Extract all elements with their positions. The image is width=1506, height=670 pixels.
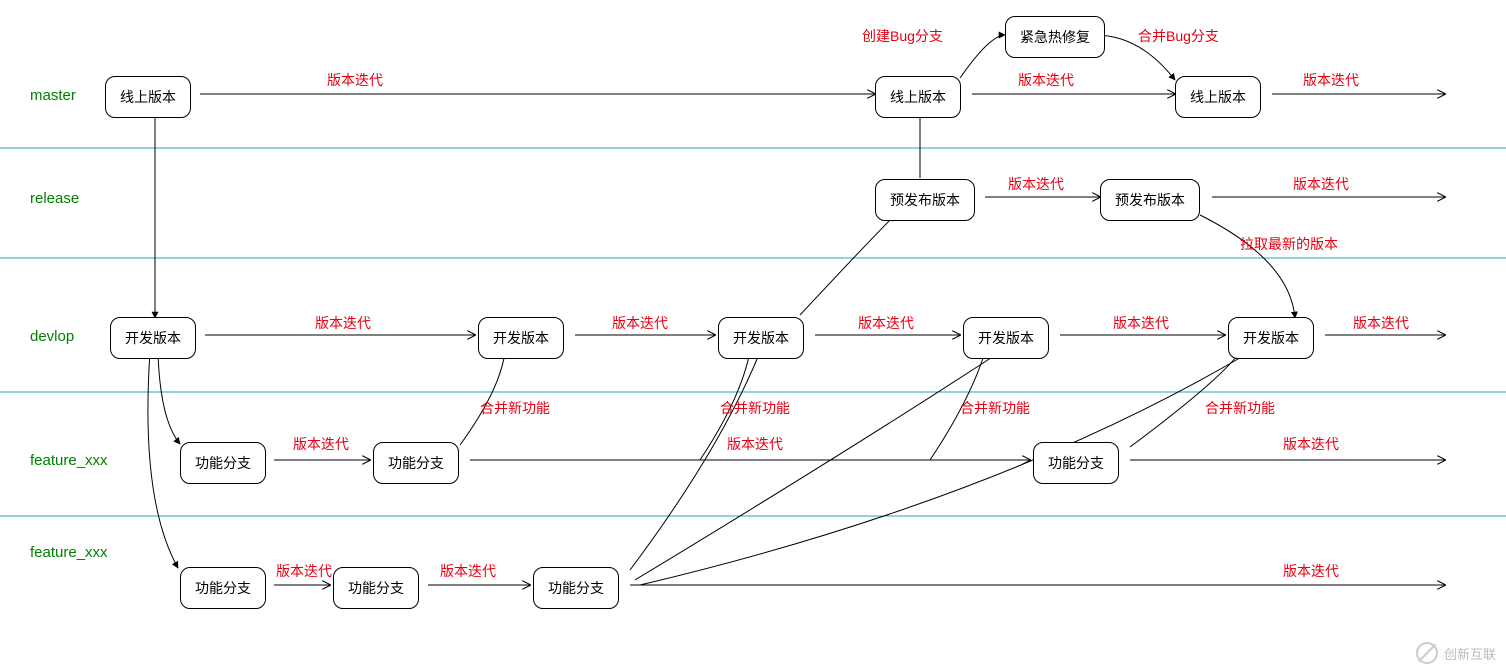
lane-master-label: master — [30, 87, 76, 104]
node-master-v2: 线上版本 — [875, 76, 961, 118]
label-create-bug: 创建Bug分支 — [862, 26, 943, 46]
node-master-v3: 线上版本 — [1175, 76, 1261, 118]
node-release-v2: 预发布版本 — [1100, 179, 1200, 221]
lane-devlop-label: devlop — [30, 328, 74, 345]
node-release-v1: 预发布版本 — [875, 179, 975, 221]
label-iter-f2cend: 版本迭代 — [1283, 561, 1339, 581]
lane-feature1-label: feature_xxx — [30, 452, 108, 469]
node-feat1-a: 功能分支 — [180, 442, 266, 484]
node-feat2-a: 功能分支 — [180, 567, 266, 609]
label-iter-d5end: 版本迭代 — [1353, 313, 1409, 333]
node-dev-v5: 开发版本 — [1228, 317, 1314, 359]
lane-feature2-label: feature_xxx — [30, 544, 108, 561]
node-feat2-c: 功能分支 — [533, 567, 619, 609]
label-merge2: 合并新功能 — [720, 398, 790, 418]
lane-release-label: release — [30, 190, 79, 207]
node-hotfix: 紧急热修复 — [1005, 16, 1105, 58]
watermark: 创新互联 — [1416, 642, 1496, 664]
label-iter-d2d3: 版本迭代 — [612, 313, 668, 333]
label-iter-f2bc: 版本迭代 — [440, 561, 496, 581]
watermark-text: 创新互联 — [1444, 644, 1496, 663]
label-iter-f1cend: 版本迭代 — [1283, 434, 1339, 454]
label-iter-f1ab: 版本迭代 — [293, 434, 349, 454]
node-dev-v4: 开发版本 — [963, 317, 1049, 359]
label-iter-r1r2: 版本迭代 — [1008, 174, 1064, 194]
label-iter-r2end: 版本迭代 — [1293, 174, 1349, 194]
label-iter-m3end: 版本迭代 — [1303, 70, 1359, 90]
label-iter-d1d2: 版本迭代 — [315, 313, 371, 333]
node-feat1-c: 功能分支 — [1033, 442, 1119, 484]
node-dev-v3: 开发版本 — [718, 317, 804, 359]
node-feat1-b: 功能分支 — [373, 442, 459, 484]
label-iter-d4d5: 版本迭代 — [1113, 313, 1169, 333]
node-dev-v1: 开发版本 — [110, 317, 196, 359]
label-merge1: 合并新功能 — [480, 398, 550, 418]
node-master-v1: 线上版本 — [105, 76, 191, 118]
watermark-icon — [1416, 642, 1438, 664]
node-dev-v2: 开发版本 — [478, 317, 564, 359]
label-iter-m1m2: 版本迭代 — [327, 70, 383, 90]
label-iter-m2m3: 版本迭代 — [1018, 70, 1074, 90]
label-merge4: 合并新功能 — [1205, 398, 1275, 418]
node-feat2-b: 功能分支 — [333, 567, 419, 609]
label-pull-latest: 拉取最新的版本 — [1240, 234, 1338, 254]
label-iter-f2ab: 版本迭代 — [276, 561, 332, 581]
label-merge3: 合并新功能 — [960, 398, 1030, 418]
label-merge-bug: 合并Bug分支 — [1138, 26, 1219, 46]
label-iter-f1bc: 版本迭代 — [727, 434, 783, 454]
label-iter-d3d4: 版本迭代 — [858, 313, 914, 333]
